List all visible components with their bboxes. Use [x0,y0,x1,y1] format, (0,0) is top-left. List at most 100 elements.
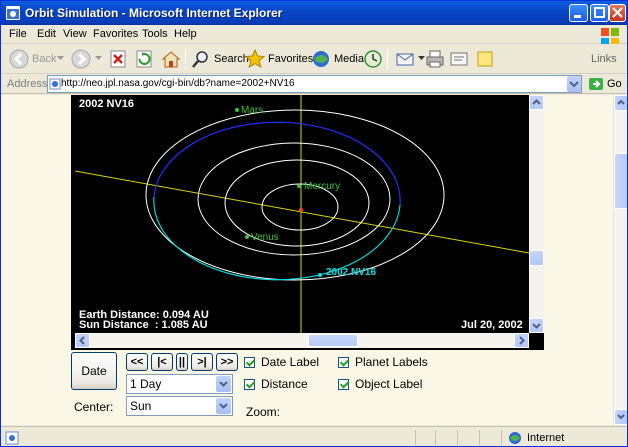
rewind-fast-button[interactable]: << [126,353,148,371]
home-button[interactable] [161,48,184,70]
status-segment [415,430,416,445]
step-forward-button[interactable]: >| [191,353,213,371]
security-zone: Internet [501,430,564,445]
page-scroll-thumb[interactable] [614,153,627,209]
scroll-up-button[interactable] [529,95,544,110]
menu-tools[interactable]: Tools [142,28,168,40]
scroll-down-button[interactable] [529,318,544,333]
messenger-button[interactable] [475,48,498,70]
center-select[interactable]: Sun [126,396,233,416]
mail-button[interactable] [395,48,428,70]
history-button[interactable] [363,48,386,70]
toolbar-separator [185,49,186,69]
scroll-thumb[interactable] [308,334,358,347]
applet-vertical-scrollbar[interactable] [529,95,544,333]
date-label-checkbox-label: Date Label [261,355,320,369]
printer-icon [426,50,444,68]
back-button[interactable]: Back [9,48,56,70]
address-label: Address [7,78,48,90]
search-button[interactable]: Search [191,48,249,70]
date-button[interactable]: Date [71,352,117,390]
media-button[interactable]: Media [311,48,364,70]
title-bar: Orbit Simulation - Microsoft Internet Ex… [1,1,627,25]
date-label-checkbox[interactable]: Date Label [244,355,319,369]
minimize-button[interactable] [569,4,588,22]
close-button[interactable] [609,4,626,22]
back-dropdown-icon[interactable] [57,56,64,62]
page-icon [49,78,61,90]
chevron-down-icon [219,403,228,409]
back-arrow-icon [9,49,29,69]
status-segment [435,430,436,445]
date-readout: Jul 20, 2002 [461,319,523,331]
menu-file[interactable]: File [9,28,27,40]
mercury-label: Mercury [304,181,341,192]
checkbox-box[interactable] [244,356,255,368]
planet-labels-checkbox-label: Planet Labels [355,355,428,369]
chevron-down-icon [617,414,625,420]
center-select-dropdown[interactable] [216,398,231,414]
page-vertical-scrollbar[interactable] [613,95,627,425]
search-icon [192,51,208,68]
stop-icon [110,50,126,68]
address-dropdown[interactable] [567,76,581,92]
go-button[interactable]: Go [588,77,622,91]
zone-label: Internet [527,431,565,444]
forward-button[interactable] [71,48,94,70]
sun-distance-label: Sun Distance : 1.085 AU [79,319,208,331]
mercury-marker [297,184,301,188]
page-status-icon [5,431,19,445]
step-select[interactable]: 1 Day [126,374,233,394]
menu-bar: File Edit View Favorites Tools Help [1,25,627,46]
mars-label: Mars [241,105,264,116]
page-scroll-down-button[interactable] [614,409,627,425]
pause-button[interactable]: || [176,353,188,371]
sun-marker [299,208,303,212]
links-label[interactable]: Links [591,48,617,70]
menu-edit[interactable]: Edit [37,28,56,40]
step-select-dropdown[interactable] [216,376,231,392]
scroll-left-button[interactable] [75,333,90,348]
planet-labels-checkbox[interactable]: Planet Labels [338,355,428,369]
venus-label: Venus [251,232,279,243]
checkbox-box[interactable] [338,378,349,390]
address-bar: Address http://neo.jpl.nasa.gov/cgi-bin/… [1,74,627,94]
mail-dropdown-icon [418,56,425,60]
checkbox-box[interactable] [338,356,349,368]
status-segment [457,430,458,445]
stop-button[interactable] [109,48,130,70]
edit-page-icon [450,52,468,66]
applet-horizontal-scrollbar[interactable] [75,333,529,348]
maximize-button[interactable] [590,4,609,22]
forward-dropdown-icon[interactable] [95,56,102,62]
menu-favorites[interactable]: Favorites [93,28,138,40]
scroll-right-button[interactable] [514,333,529,348]
distance-checkbox[interactable]: Distance [244,377,308,391]
print-button[interactable] [425,48,448,70]
menu-help[interactable]: Help [174,28,197,40]
favorites-button[interactable]: Favorites [245,48,313,70]
home-icon [161,51,181,68]
refresh-button[interactable] [135,48,156,70]
center-label: Center: [74,400,114,414]
checkbox-box[interactable] [244,378,255,390]
scroll-thumb[interactable] [529,250,544,266]
browser-window: Orbit Simulation - Microsoft Internet Ex… [0,0,628,447]
chevron-down-icon [532,323,541,329]
page-viewport: 2002 NV16 Mars Mercury Venus 2002 NV16 E… [1,95,613,425]
orbit-canvas[interactable] [75,95,529,333]
venus-marker [245,235,249,239]
globe-icon [509,431,521,444]
step-select-value: 1 Day [130,377,162,391]
object-label-checkbox[interactable]: Object Label [338,377,422,391]
status-segment [479,430,480,445]
menu-view[interactable]: View [63,28,87,40]
step-back-button[interactable]: |< [151,353,173,371]
page-scroll-up-button[interactable] [614,95,627,111]
ie-icon [6,6,20,20]
edit-button[interactable] [449,48,472,70]
status-bar: Internet [1,426,627,446]
toolbar-separator [387,49,388,69]
forward-fast-button[interactable]: >> [216,353,238,371]
close-icon [612,7,623,18]
